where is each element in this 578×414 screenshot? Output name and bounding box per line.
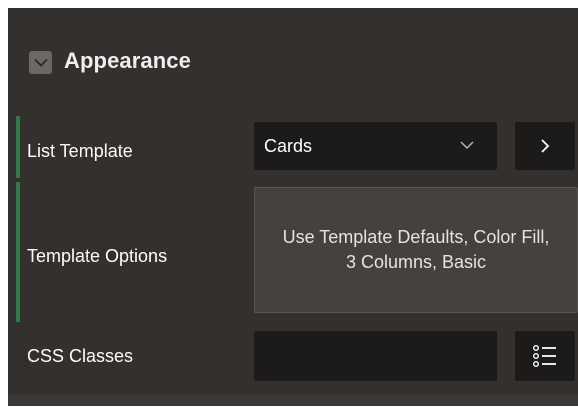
list-template-open-button[interactable] xyxy=(515,122,575,170)
list-template-select[interactable]: Cards xyxy=(254,122,497,170)
collapse-toggle[interactable] xyxy=(29,51,52,74)
template-options-label: Template Options xyxy=(27,246,168,266)
chevron-right-icon xyxy=(541,139,550,153)
css-classes-list-button[interactable] xyxy=(515,331,575,381)
template-options-value: Use Template Defaults, Color Fill, 3 Col… xyxy=(282,227,550,272)
section-header-appearance[interactable]: Appearance xyxy=(8,8,578,110)
list-icon xyxy=(533,345,556,368)
row-accent-bar xyxy=(16,116,20,178)
chevron-down-icon xyxy=(460,141,474,149)
chevron-down-icon xyxy=(33,58,48,67)
css-classes-input[interactable] xyxy=(254,331,497,381)
template-options-button[interactable]: Use Template Defaults, Color Fill, 3 Col… xyxy=(254,187,578,313)
list-template-label: List Template xyxy=(27,141,133,161)
properties-panel: Appearance List Template Cards Template … xyxy=(8,8,578,406)
list-template-value: Cards xyxy=(264,136,313,156)
css-classes-label: CSS Classes xyxy=(27,346,134,366)
row-accent-bar xyxy=(16,182,20,322)
section-title: Appearance xyxy=(64,48,191,73)
section-divider xyxy=(8,394,578,406)
